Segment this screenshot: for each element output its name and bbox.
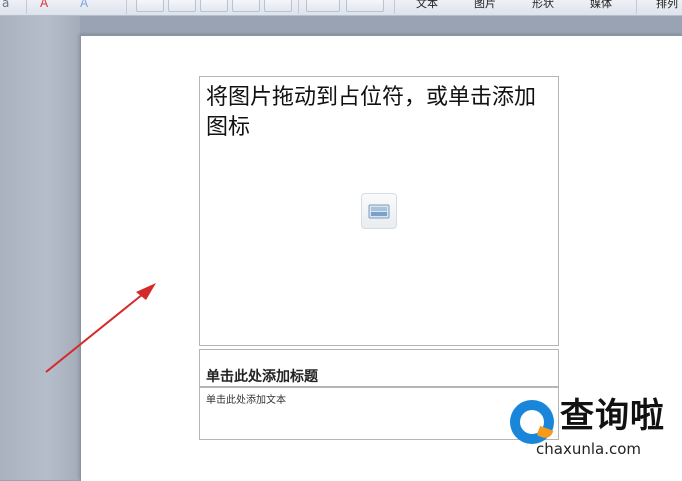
text-effect-icon[interactable]: A (80, 0, 88, 9)
distribute-button[interactable] (264, 0, 292, 12)
toolbar-separator (636, 0, 637, 14)
body-placeholder[interactable]: 单击此处添加文本 (199, 387, 559, 440)
toolbar-separator (298, 0, 299, 14)
workspace-background (0, 16, 80, 480)
align-left-button[interactable] (136, 0, 164, 12)
ribbon-toolbar: a A A 文本 图片 形状 媒体 排列 (0, 0, 682, 16)
ribbon-group-arrange[interactable]: 排列 (656, 0, 678, 10)
ribbon-group-picture[interactable]: 图片 (474, 0, 496, 10)
ribbon-group-media[interactable]: 媒体 (590, 0, 612, 10)
title-placeholder-text: 单击此处添加标题 (206, 369, 318, 385)
picture-placeholder-text: 将图片拖动到占位符，或单击添加图标 (206, 85, 537, 140)
watermark-url: chaxunla.com (536, 440, 641, 458)
toolbar-separator (26, 0, 27, 14)
toolbar-separator (126, 0, 127, 14)
toolbar-separator (394, 0, 395, 14)
font-color-icon[interactable]: A (40, 0, 48, 9)
justify-button[interactable] (232, 0, 260, 12)
picture-placeholder[interactable]: 将图片拖动到占位符，或单击添加图标 (199, 76, 559, 346)
body-placeholder-text: 单击此处添加文本 (206, 395, 286, 406)
ribbon-group-shape[interactable]: 形状 (532, 0, 554, 10)
ribbon-group-text[interactable]: 文本 (416, 0, 438, 10)
watermark-brand: 查询啦 (560, 396, 665, 436)
align-right-button[interactable] (200, 0, 228, 12)
insert-picture-icon[interactable] (361, 193, 397, 229)
title-placeholder[interactable]: 单击此处添加标题 (199, 349, 559, 387)
align-center-button[interactable] (168, 0, 196, 12)
font-size-glyph[interactable]: a (2, 0, 9, 9)
watermark-logo: 查询啦 chaxunla.com (508, 396, 682, 460)
text-direction-button[interactable] (346, 0, 384, 12)
columns-button[interactable] (306, 0, 340, 12)
